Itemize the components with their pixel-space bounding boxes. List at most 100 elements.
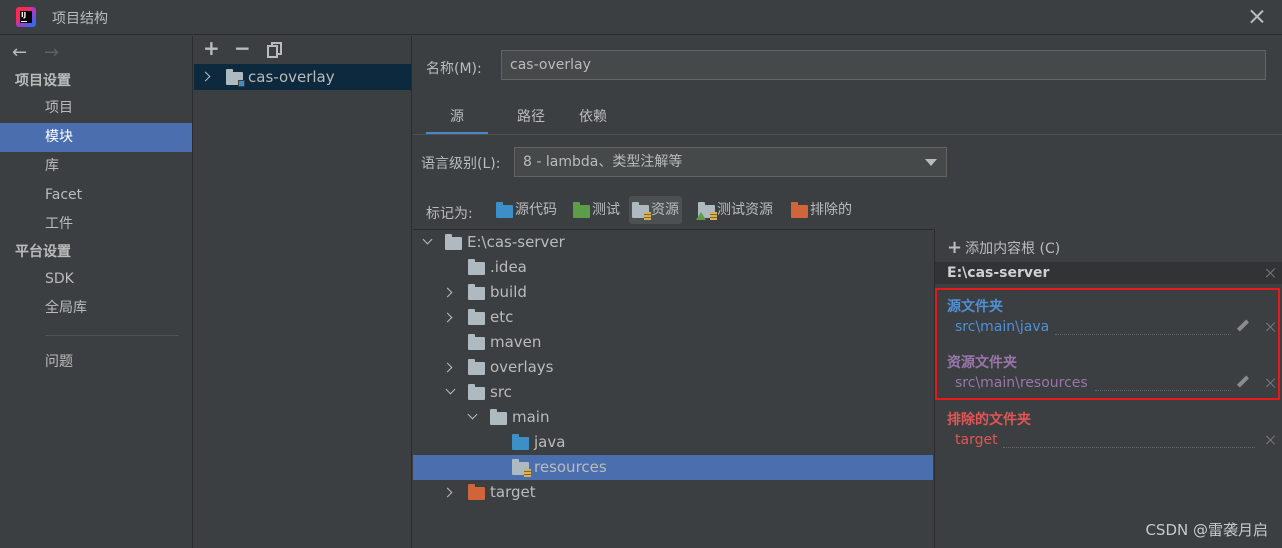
mark-test-resources-button[interactable]: 测试资源 <box>695 196 776 224</box>
tab-paths[interactable]: 路径 <box>500 102 562 135</box>
tree-row-idea[interactable]: .idea <box>413 255 933 280</box>
chevron-down-icon[interactable] <box>467 409 478 420</box>
tree-node-label: E:\cas-server <box>467 233 565 251</box>
chevron-right-icon[interactable] <box>442 312 453 323</box>
module-name-input[interactable]: cas-overlay <box>501 50 1266 80</box>
tree-row-overlays[interactable]: overlays <box>413 355 933 380</box>
sidebar-divider <box>45 335 179 336</box>
resource-folders-title: 资源文件夹 <box>947 355 1017 371</box>
tree-row-java[interactable]: java <box>413 430 933 455</box>
tree-row-main[interactable]: main <box>413 405 933 430</box>
tree-node-label: build <box>490 283 527 301</box>
mark-resources-button[interactable]: 资源 <box>629 196 682 224</box>
language-level-select[interactable]: 8 - lambda、类型注解等 <box>514 147 947 177</box>
tree-row-target[interactable]: target <box>413 480 933 505</box>
content-root-path: E:\cas-server <box>947 265 1050 281</box>
tree-node-label: target <box>490 483 536 501</box>
tree-row-root[interactable]: E:\cas-server <box>413 230 933 255</box>
resource-folder-icon <box>632 202 651 220</box>
excluded-folders-title: 排除的文件夹 <box>947 412 1031 428</box>
module-toolbar: + − <box>194 36 411 64</box>
excluded-folder-icon <box>791 202 808 218</box>
tree-node-label: resources <box>534 458 607 476</box>
folder-icon <box>490 409 507 425</box>
tree-row-build[interactable]: build <box>413 280 933 305</box>
source-folder-icon <box>496 202 513 218</box>
tree-row-resources[interactable]: resources <box>413 455 933 480</box>
window-title: 项目结构 <box>52 11 108 27</box>
settings-sidebar: ← → 项目设置 项目 模块 库 Facet 工件 平台设置 SDK 全局库 问… <box>0 36 193 548</box>
chevron-right-icon[interactable] <box>442 362 453 373</box>
mark-tests-button[interactable]: 测试 <box>570 196 623 224</box>
module-name: cas-overlay <box>248 68 335 86</box>
content-root-header: E:\cas-server <box>935 262 1282 284</box>
mark-tests-label: 测试 <box>592 202 620 218</box>
close-icon[interactable] <box>1246 6 1268 28</box>
intellij-logo-icon: IJ <box>16 7 36 27</box>
sidebar-item-modules[interactable]: 模块 <box>0 123 192 152</box>
chevron-right-icon[interactable] <box>442 287 453 298</box>
project-settings-header: 项目设置 <box>15 73 71 89</box>
chevron-down-icon[interactable] <box>422 234 433 245</box>
sidebar-item-global-libraries[interactable]: 全局库 <box>0 294 192 323</box>
remove-module-icon[interactable]: − <box>234 36 251 60</box>
edit-pencil-icon[interactable] <box>1236 319 1250 333</box>
name-label: 名称(M): <box>426 61 482 77</box>
content-roots-panel: + 添加内容根 (C) E:\cas-server 源文件夹 src\main\j… <box>934 229 1282 548</box>
copy-module-icon[interactable] <box>267 42 283 58</box>
add-content-root-label: 添加内容根 (C) <box>965 241 1061 257</box>
sidebar-item-libraries[interactable]: 库 <box>0 152 192 181</box>
dropdown-arrow-icon <box>925 159 937 166</box>
tree-node-label: .idea <box>490 258 527 276</box>
folder-icon <box>468 359 485 375</box>
add-content-root-button[interactable]: + 添加内容根 (C) <box>947 237 1060 258</box>
chevron-right-icon[interactable] <box>200 71 211 82</box>
test-folder-icon <box>573 202 590 218</box>
mark-resources-label: 资源 <box>651 202 679 218</box>
resource-folder-path: src\main\resources <box>955 375 1088 391</box>
tree-row-etc[interactable]: etc <box>413 305 933 330</box>
mark-sources-button[interactable]: 源代码 <box>493 196 560 224</box>
tree-row-src[interactable]: src <box>413 380 933 405</box>
module-settings-panel: 名称(M): cas-overlay 源 路径 依赖 语言级别(L): 8 - … <box>413 36 1282 548</box>
add-module-icon[interactable]: + <box>203 36 220 60</box>
module-folder-icon <box>226 69 245 87</box>
sidebar-item-facets[interactable]: Facet <box>0 181 192 210</box>
language-level-value: 8 - lambda、类型注解等 <box>523 154 683 170</box>
mark-as-label: 标记为: <box>426 206 473 222</box>
chevron-right-icon[interactable] <box>442 487 453 498</box>
sidebar-item-artifacts[interactable]: 工件 <box>0 210 192 239</box>
tree-node-label: etc <box>490 308 514 326</box>
remove-content-root-icon[interactable] <box>1265 267 1277 279</box>
sidebar-item-sdks[interactable]: SDK <box>0 265 192 294</box>
sidebar-item-project[interactable]: 项目 <box>0 94 192 123</box>
title-bar: IJ 项目结构 <box>0 0 1282 35</box>
tab-divider <box>413 134 1282 135</box>
remove-folder-icon[interactable] <box>1265 377 1277 389</box>
mark-excluded-label: 排除的 <box>810 202 852 218</box>
dotted-leader <box>1095 390 1231 391</box>
tab-dependencies[interactable]: 依赖 <box>562 102 624 135</box>
module-list-panel: + − cas-overlay <box>194 36 412 548</box>
sidebar-item-problems[interactable]: 问题 <box>0 348 192 377</box>
excluded-folder-icon <box>468 484 485 500</box>
back-arrow-icon[interactable]: ← <box>12 42 27 63</box>
mark-sources-label: 源代码 <box>515 202 557 218</box>
module-item-cas-overlay[interactable]: cas-overlay <box>194 64 411 90</box>
folder-icon <box>468 309 485 325</box>
tree-node-label: src <box>490 383 512 401</box>
mark-excluded-button[interactable]: 排除的 <box>788 196 855 224</box>
edit-pencil-icon[interactable] <box>1236 375 1250 389</box>
forward-arrow-icon[interactable]: → <box>44 42 59 63</box>
tree-row-maven[interactable]: maven <box>413 330 933 355</box>
tree-node-label: maven <box>490 333 542 351</box>
chevron-down-icon[interactable] <box>445 384 456 395</box>
folder-icon <box>468 334 485 350</box>
tab-sources[interactable]: 源 <box>426 102 488 135</box>
folder-icon <box>445 234 462 250</box>
tree-node-label: java <box>534 433 566 451</box>
remove-folder-icon[interactable] <box>1265 434 1277 446</box>
remove-folder-icon[interactable] <box>1265 321 1277 333</box>
source-folder-path: src\main\java <box>955 319 1050 335</box>
tree-node-label: main <box>512 408 550 426</box>
